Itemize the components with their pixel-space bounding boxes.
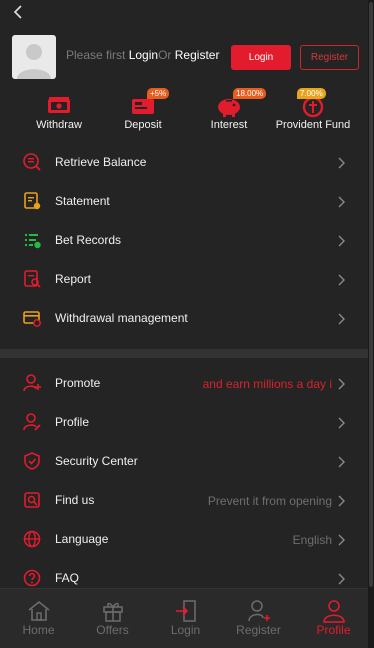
page: Please first LoginOr Register Login Regi… <box>0 0 368 648</box>
chevron-right-icon <box>338 417 345 429</box>
chevron-right-icon <box>338 456 345 468</box>
register-button[interactable]: Register <box>300 45 359 70</box>
find-us-icon <box>24 492 40 508</box>
question-icon <box>23 569 41 587</box>
provident-fund-badge: 7.00% <box>297 88 326 99</box>
menu-item-label: Statement <box>55 194 110 208</box>
promote-icon <box>23 374 41 392</box>
or-text: Or <box>158 48 172 62</box>
chevron-right-icon <box>338 378 345 390</box>
section-divider <box>0 349 368 358</box>
menu-item-retrieve-balance[interactable]: Retrieve Balance <box>0 143 368 182</box>
tab-label: Register <box>236 623 281 637</box>
chevron-right-icon <box>338 534 345 546</box>
menu-item-withdrawal-management[interactable]: Withdrawal management <box>0 299 368 338</box>
login-prompt: Please first LoginOr Register <box>66 48 219 62</box>
menu-item-bet-records[interactable]: Bet Records <box>0 221 368 260</box>
menu-item-label: Language <box>55 532 109 546</box>
bottom-tab-bar: Home Offers Login Register Profile <box>0 588 368 648</box>
withdrawal-management-icon <box>23 311 41 327</box>
tab-login[interactable]: Login <box>149 589 222 648</box>
bet-records-icon <box>25 234 41 249</box>
menu-item-value: Prevent it from opening <box>207 494 332 508</box>
quick-action-label: Provident Fund <box>275 119 351 131</box>
menu-item-label: Retrieve Balance <box>55 155 147 169</box>
menu-item-label: Profile <box>55 415 90 429</box>
menu-item-language[interactable]: Language English <box>0 520 368 559</box>
avatar-placeholder-icon <box>17 44 51 79</box>
chevron-right-icon <box>338 313 345 325</box>
menu-item-label: Security Center <box>55 454 138 468</box>
menu-item-label: Bet Records <box>55 233 122 247</box>
menu-item-profile[interactable]: Profile <box>0 403 368 442</box>
quick-action-label: Deposit <box>124 119 162 131</box>
shield-icon <box>24 452 40 470</box>
globe-icon <box>23 530 41 548</box>
home-icon <box>28 600 49 621</box>
scrollbar-thumb[interactable] <box>369 2 373 587</box>
quick-action-provident-fund[interactable]: 7.00% Provident Fund <box>268 88 358 138</box>
chevron-right-icon <box>338 495 345 507</box>
menu-item-statement[interactable]: Statement <box>0 182 368 221</box>
retrieve-icon <box>23 153 41 171</box>
tab-label: Profile <box>316 623 351 637</box>
quick-action-label: Interest <box>210 119 248 131</box>
menu-item-label: FAQ <box>55 571 80 585</box>
menu-item-label: Withdrawal management <box>55 311 188 325</box>
menu-item-find-us[interactable]: Find us Prevent it from opening <box>0 481 368 520</box>
profile-tab-icon <box>322 600 345 623</box>
gift-icon <box>102 602 123 622</box>
login-icon <box>175 600 196 622</box>
tab-profile[interactable]: Profile <box>297 589 368 648</box>
tab-home[interactable]: Home <box>2 589 75 648</box>
page-scrollbar[interactable] <box>368 0 374 648</box>
menu-item-report[interactable]: Report <box>0 260 368 299</box>
menu-item-promote[interactable]: Promote and earn millions a day i <box>0 364 368 403</box>
profile-icon <box>23 413 41 431</box>
menu-item-security-center[interactable]: Security Center <box>0 442 368 481</box>
chevron-left-icon[interactable] <box>10 3 28 21</box>
chevron-right-icon <box>338 274 345 286</box>
register-link[interactable]: Register <box>175 48 220 62</box>
quick-action-interest[interactable]: 18.00% Interest <box>184 88 274 138</box>
chevron-right-icon <box>338 157 345 169</box>
menu-item-label: Find us <box>55 493 95 507</box>
login-button[interactable]: Login <box>231 45 291 70</box>
prompt-prefix: Please first <box>66 48 126 62</box>
user-row: Please first LoginOr Register Login Regi… <box>0 34 368 80</box>
withdraw-icon <box>48 97 70 113</box>
top-bar <box>0 0 368 26</box>
menu-item-label: Promote <box>55 376 101 390</box>
statement-icon <box>24 192 41 210</box>
menu-item-value: English <box>292 533 332 547</box>
interest-badge: 18.00% <box>233 88 267 99</box>
tab-label: Offers <box>96 623 129 637</box>
quick-action-withdraw[interactable]: Withdraw <box>14 88 104 138</box>
login-link[interactable]: Login <box>129 48 158 62</box>
quick-actions: Withdraw +5% Deposit 18.00% Interest 7.0… <box>0 88 368 138</box>
quick-action-deposit[interactable]: +5% Deposit <box>98 88 188 138</box>
chevron-right-icon <box>338 573 345 585</box>
quick-action-label: Withdraw <box>36 119 82 131</box>
menu-item-value: and earn millions a day i <box>202 377 332 391</box>
tab-offers[interactable]: Offers <box>76 589 149 648</box>
chevron-right-icon <box>338 196 345 208</box>
deposit-badge: +5% <box>147 88 170 99</box>
tab-label: Home <box>22 623 55 637</box>
tab-register[interactable]: Register <box>222 589 295 648</box>
menu-item-label: Report <box>55 272 92 286</box>
report-icon <box>24 270 41 288</box>
register-icon <box>247 600 270 622</box>
chevron-right-icon <box>338 235 345 247</box>
tab-label: Login <box>170 623 201 637</box>
avatar <box>12 35 56 79</box>
